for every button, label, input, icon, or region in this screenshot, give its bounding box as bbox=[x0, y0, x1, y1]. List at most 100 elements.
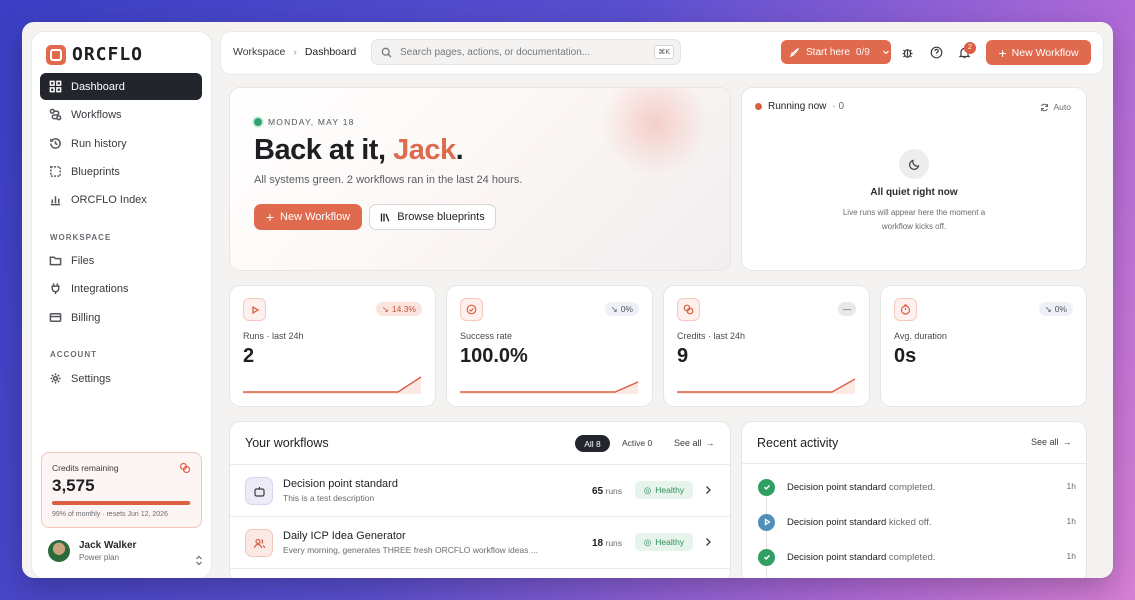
system-status: All systems green. 2 workflows ran in th… bbox=[254, 174, 523, 186]
breadcrumb-workspace[interactable]: Workspace bbox=[233, 46, 285, 58]
workflows-see-all-link[interactable]: See all → bbox=[674, 438, 715, 448]
chevron-right-icon[interactable] bbox=[704, 485, 712, 495]
activity-verb: kicked off. bbox=[886, 516, 932, 528]
bug-icon[interactable] bbox=[901, 46, 914, 59]
sidebar-item-integrations[interactable]: Integrations bbox=[40, 275, 202, 302]
activity-workflow-name: Decision point standard bbox=[787, 551, 887, 563]
logo[interactable]: ORCFLO bbox=[46, 44, 143, 65]
credits-progress-fill bbox=[52, 501, 190, 505]
trend-down-icon: ↘ bbox=[1044, 303, 1052, 314]
date-row: MONDAY, MAY 18 bbox=[254, 117, 355, 127]
app-window: ORCFLO Dashboard Workflows Run history B… bbox=[22, 22, 1113, 578]
auto-refresh-toggle[interactable]: Auto bbox=[1040, 102, 1071, 112]
chevron-right-icon[interactable] bbox=[704, 537, 712, 547]
check-circle-icon: ◎ bbox=[643, 536, 652, 547]
empty-state-subtitle: Live runs will appear here the moment a … bbox=[842, 208, 986, 231]
start-here-button[interactable]: Start here 0/9 bbox=[781, 40, 891, 64]
status-badge: ◎ Healthy bbox=[635, 481, 693, 499]
activity-time: 1h bbox=[1066, 516, 1076, 526]
sidebar-item-files[interactable]: Files bbox=[40, 247, 202, 274]
sidebar-item-orcflo-index[interactable]: ORCFLO Index bbox=[40, 186, 202, 213]
stat-card-success-rate[interactable]: ↘ 0% Success rate 100.0% bbox=[447, 286, 652, 406]
filter-active-tab[interactable]: Active 0 bbox=[622, 438, 652, 448]
chevron-up-down-icon[interactable] bbox=[195, 555, 203, 566]
sidebar-item-settings[interactable]: Settings bbox=[40, 365, 202, 392]
greeting-text: Back at it, bbox=[254, 134, 394, 166]
list-item[interactable]: Decision point standard completed. 1h bbox=[758, 477, 1076, 497]
sidebar-item-dashboard[interactable]: Dashboard bbox=[40, 73, 202, 100]
grid-icon bbox=[49, 80, 62, 93]
search-input[interactable]: Search pages, actions, or documentation.… bbox=[371, 39, 681, 65]
stat-change: 14.3% bbox=[391, 304, 416, 314]
activity-verb: completed. bbox=[886, 551, 936, 563]
user-name: Jack Walker bbox=[79, 540, 137, 551]
sidebar-item-blueprints[interactable]: Blueprints bbox=[40, 158, 202, 185]
workflows-card: Your workflows All 8 Active 0 See all → … bbox=[230, 422, 730, 578]
sidebar-item-label: Run history bbox=[71, 137, 127, 150]
activity-text: Decision point standard completed. bbox=[787, 482, 935, 493]
stat-card-avg-duration[interactable]: ↘ 0% Avg. duration 0s bbox=[881, 286, 1086, 406]
users-icon bbox=[245, 529, 273, 557]
sidebar-item-workflows[interactable]: Workflows bbox=[40, 101, 202, 128]
check-icon bbox=[758, 548, 775, 566]
sidebar-item-label: Settings bbox=[71, 372, 111, 385]
new-workflow-button[interactable]: + New Workflow bbox=[986, 40, 1091, 65]
stat-value: 9 bbox=[677, 345, 689, 367]
check-circle-icon bbox=[460, 298, 483, 321]
running-now-card: Running now · 0 Auto All quiet right now… bbox=[742, 88, 1086, 270]
workflow-icon bbox=[49, 108, 62, 121]
user-menu[interactable]: Jack Walker Power plan bbox=[48, 540, 136, 562]
stat-change: 0% bbox=[1054, 304, 1067, 314]
table-row[interactable]: Decision point standard This is a test d… bbox=[230, 464, 730, 516]
topbar: Workspace › Dashboard Search pages, acti… bbox=[221, 32, 1103, 74]
play-icon bbox=[758, 513, 775, 531]
table-row[interactable]: Daily ICP Idea Generator Every morning, … bbox=[230, 516, 730, 568]
stat-card-credits[interactable]: — Credits · last 24h 9 bbox=[664, 286, 869, 406]
sparkline bbox=[677, 378, 856, 394]
stat-value: 0s bbox=[894, 345, 917, 367]
welcome-card: MONDAY, MAY 18 Back at it, Jack. All sys… bbox=[230, 88, 730, 270]
credits-progress-bar bbox=[52, 501, 191, 505]
user-plan: Power plan bbox=[79, 553, 120, 562]
start-here-progress: 0/9 bbox=[855, 46, 870, 58]
gear-icon bbox=[50, 373, 61, 384]
hero-new-workflow-button[interactable]: + New Workflow bbox=[254, 204, 362, 230]
sidebar-item-run-history[interactable]: Run history bbox=[40, 130, 202, 157]
table-row[interactable] bbox=[230, 568, 730, 578]
activity-verb: completed. bbox=[886, 481, 936, 493]
help-icon[interactable] bbox=[930, 46, 943, 59]
chevron-down-icon bbox=[882, 50, 889, 55]
arrow-right-icon: → bbox=[1062, 437, 1072, 447]
check-icon bbox=[758, 478, 775, 496]
runs-count: 18 bbox=[592, 538, 604, 549]
live-dot-icon bbox=[755, 103, 762, 110]
breadcrumb-separator: › bbox=[293, 46, 297, 58]
stat-card-runs[interactable]: ↘ 14.3% Runs · last 24h 2 bbox=[230, 286, 435, 406]
section-label-account: ACCOUNT bbox=[50, 350, 97, 359]
workflow-description: This is a test description bbox=[283, 493, 375, 503]
credits-card[interactable]: Credits remaining 3,575 99% of monthly ·… bbox=[41, 452, 202, 528]
greeting-name: Jack bbox=[393, 134, 456, 166]
coins-icon bbox=[179, 462, 191, 474]
stat-change-badge: ↘ 0% bbox=[1038, 302, 1073, 316]
status-text: Healthy bbox=[655, 537, 685, 547]
running-title: Running now bbox=[768, 101, 827, 112]
stat-change: — bbox=[842, 304, 852, 314]
browse-blueprints-button[interactable]: Browse blueprints bbox=[369, 204, 496, 230]
see-all-label: See all bbox=[674, 438, 702, 448]
stat-label: Avg. duration bbox=[894, 331, 947, 341]
refresh-icon bbox=[1040, 103, 1048, 111]
workflow-title: Daily ICP Idea Generator bbox=[283, 530, 406, 542]
greeting-punct: . bbox=[455, 134, 464, 166]
decorative-glow bbox=[600, 88, 710, 178]
list-item[interactable]: Decision point standard completed. 1h bbox=[758, 547, 1076, 567]
workflow-title: Decision point standard bbox=[283, 478, 398, 490]
logo-text: ORCFLO bbox=[72, 44, 144, 65]
filter-all-tab[interactable]: All 8 bbox=[575, 435, 610, 452]
stat-change: 0% bbox=[620, 304, 633, 314]
list-item[interactable]: Decision point standard kicked off. 1h bbox=[758, 512, 1076, 532]
blueprint-icon bbox=[50, 166, 61, 177]
sidebar-item-billing[interactable]: Billing bbox=[40, 304, 202, 331]
activity-see-all-link[interactable]: See all → bbox=[1031, 437, 1072, 447]
runs-count: 65 bbox=[592, 486, 604, 497]
